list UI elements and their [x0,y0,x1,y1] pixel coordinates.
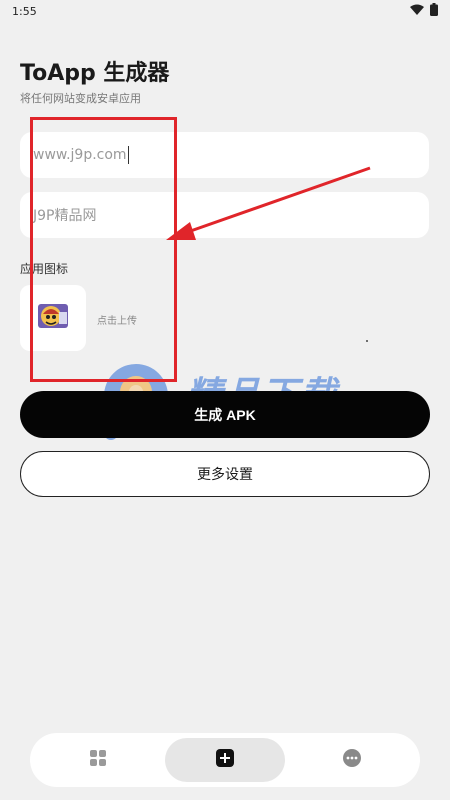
nav-item-create[interactable] [165,738,285,782]
add-box-icon [216,749,234,771]
text-caret [127,146,129,164]
grid-icon [89,749,107,771]
more-icon [343,749,361,771]
battery-icon [430,3,438,19]
app-icon-label: 应用图标 [20,262,69,276]
upload-hint[interactable]: 点击上传 [97,312,137,327]
app-name-input-value: J9P精品网 [33,208,97,224]
url-input[interactable]: www.j9p.com [20,132,429,178]
app-icon-upload[interactable] [20,285,86,351]
page-subtitle: 将任何网站变成安卓应用 [20,92,141,105]
page-title: ToApp 生成器 [20,61,170,86]
nav-item-apps[interactable] [38,738,158,782]
generate-apk-button[interactable]: 生成 APK [20,391,430,438]
wifi-icon [410,4,424,18]
status-time: 1:55 [12,4,37,18]
bottom-nav [30,733,420,787]
nav-item-more[interactable] [292,738,412,782]
stray-dot [366,340,368,342]
status-bar: 1:55 [0,0,450,22]
app-icon-image [37,302,69,334]
app-name-input[interactable]: J9P精品网 [20,192,429,238]
url-input-value: www.j9p.com [33,147,127,163]
more-settings-button[interactable]: 更多设置 [20,451,430,497]
